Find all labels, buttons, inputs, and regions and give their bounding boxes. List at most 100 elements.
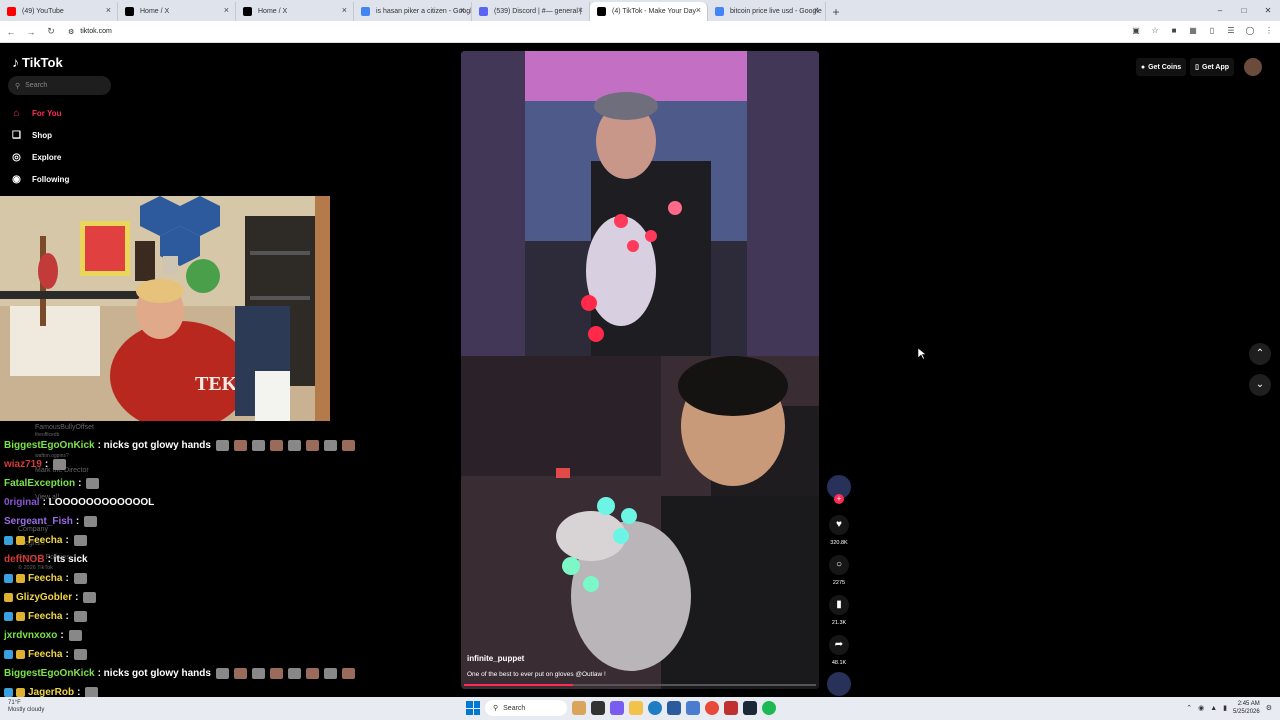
user-avatar[interactable] <box>1244 58 1262 76</box>
chat-badge-icon <box>4 536 13 545</box>
chat-text: : nicks got glowy hands <box>97 668 211 679</box>
sidebar-icon[interactable]: ▯ <box>1207 26 1217 36</box>
sidebar-item-following[interactable]: ◉ Following <box>10 168 69 190</box>
comment-icon: ○ <box>829 555 849 575</box>
browser-tab[interactable]: Home / X × <box>118 2 236 21</box>
chat-emote-icon <box>215 668 229 679</box>
close-window-icon[interactable]: ✕ <box>1256 0 1280 21</box>
browser-tab[interactable]: (539) Discord | #— general | × <box>472 2 590 21</box>
tab-close-icon[interactable]: × <box>814 5 819 15</box>
edge-browser-icon[interactable] <box>648 701 662 715</box>
windows-start-icon[interactable] <box>466 701 480 715</box>
task-view-icon[interactable] <box>591 701 605 715</box>
tab-favicon-icon <box>597 7 606 16</box>
chat-emote-icon <box>323 440 337 451</box>
copilot-icon[interactable] <box>610 701 624 715</box>
stream-chat-overlay: BiggestEgoOnKick: nicks got glowy hands w… <box>4 436 384 702</box>
browser-tab[interactable]: bitcoin price live usd - Google × <box>708 2 826 21</box>
share-button[interactable]: ➦ 48.1K <box>826 635 852 666</box>
tiktok-logo[interactable]: ♪ TikTok <box>12 54 63 70</box>
chat-message: wiaz719 : <box>4 455 384 474</box>
tab-close-icon[interactable]: × <box>578 5 583 15</box>
weather-temp: 71°F <box>8 700 21 706</box>
weather-widget[interactable]: 71°F Mostly cloudy <box>8 700 44 714</box>
chat-badge-icon <box>4 593 13 602</box>
chat-emote-icon <box>73 611 87 622</box>
next-video-button[interactable]: ⌄ <box>1249 374 1271 396</box>
browser-tab[interactable]: is hasan piker a citizen - Google × <box>354 2 472 21</box>
tab-close-icon[interactable]: × <box>696 5 701 15</box>
maximize-icon[interactable]: □ <box>1232 0 1256 21</box>
streamer-webcam-overlay: TEKE <box>0 196 330 421</box>
steam-icon[interactable] <box>743 701 757 715</box>
share-arrow-icon: ➦ <box>829 635 849 655</box>
store-app-icon[interactable] <box>667 701 681 715</box>
profile-icon[interactable]: ◯ <box>1245 26 1255 36</box>
chat-username: jxrdvnxoxo <box>4 630 58 641</box>
new-tab-button[interactable]: + <box>826 2 846 21</box>
creator-avatar[interactable]: + <box>827 475 851 504</box>
tab-close-icon[interactable]: × <box>460 5 465 15</box>
comment-button[interactable]: ○ 2275 <box>826 555 852 586</box>
media-controls-icon[interactable]: ☰ <box>1226 26 1236 36</box>
chat-message: BiggestEgoOnKick: nicks got glowy hands <box>4 436 384 455</box>
video-player[interactable]: infinite_puppet One of the best to ever … <box>461 51 819 689</box>
widgets-app-icon[interactable] <box>572 701 586 715</box>
search-input[interactable]: ⚲ Search <box>8 76 111 95</box>
taskbar-search-input[interactable]: ⚲ Search <box>485 700 567 716</box>
suggested-account-name[interactable]: FamousBullyOffset <box>35 424 94 431</box>
like-button[interactable]: ♥ 320.8K <box>826 515 852 546</box>
tab-favicon-icon <box>479 7 488 16</box>
tab-label: bitcoin price live usd - Google <box>730 8 822 15</box>
bookmark-star-icon[interactable]: ☆ <box>1150 26 1160 36</box>
back-arrow-icon[interactable]: ← <box>2 27 20 37</box>
sidebar-nav: ⌂ For You ❑ Shop ◎ Explore ◉ Following <box>10 102 69 190</box>
reload-icon[interactable]: ↻ <box>42 26 60 37</box>
spotify-icon[interactable] <box>762 701 776 715</box>
file-explorer-icon[interactable] <box>629 701 643 715</box>
chevron-up-icon[interactable]: ⌃ <box>1186 704 1192 712</box>
taskbar-clock[interactable]: 2:45 AM 5/25/2026 <box>1233 700 1260 716</box>
sidebar-item-for-you[interactable]: ⌂ For You <box>10 102 69 124</box>
tab-close-icon[interactable]: × <box>106 5 111 15</box>
follow-plus-icon[interactable]: + <box>834 494 844 504</box>
sidebar-item-shop[interactable]: ❑ Shop <box>10 124 69 146</box>
video-username[interactable]: infinite_puppet <box>467 654 524 663</box>
chat-username: Feecha <box>28 573 63 584</box>
sound-disc-icon[interactable] <box>827 672 851 696</box>
chevron-down-icon: ⌄ <box>1255 379 1265 390</box>
tab-close-icon[interactable]: × <box>342 5 347 15</box>
site-info-icon[interactable]: ⚙ <box>68 28 74 36</box>
mail-app-icon[interactable] <box>686 701 700 715</box>
browser-tab[interactable]: Home / X × <box>236 2 354 21</box>
chat-message: 0riginal: LOOOOOOOOOOOOL <box>4 493 384 512</box>
like-count: 320.8K <box>830 540 848 546</box>
wifi-icon[interactable]: ◉ <box>1198 704 1204 712</box>
notification-bell-icon[interactable]: ⚙ <box>1266 704 1272 712</box>
video-progress-bar[interactable] <box>464 684 816 686</box>
battery-icon[interactable]: ▮ <box>1223 704 1227 712</box>
tab-close-icon[interactable]: × <box>224 5 229 15</box>
search-icon: ⚲ <box>493 705 499 712</box>
sidebar-item-explore[interactable]: ◎ Explore <box>10 146 69 168</box>
volume-icon[interactable]: ▲ <box>1210 705 1217 712</box>
install-app-icon[interactable]: ▣ <box>1131 26 1141 36</box>
extensions-puzzle-icon[interactable]: ▦ <box>1188 26 1198 36</box>
clock-date: 5/25/2026 <box>1233 709 1260 715</box>
previous-video-button[interactable]: ⌃ <box>1249 343 1271 365</box>
app-icon[interactable] <box>724 701 738 715</box>
get-app-button[interactable]: ▯ Get App <box>1190 58 1234 76</box>
browser-tab[interactable]: (49) YouTube × <box>0 2 118 21</box>
chat-username: Feecha <box>28 611 63 622</box>
save-button[interactable]: ▮ 21.3K <box>826 595 852 626</box>
chat-text: : <box>44 459 49 470</box>
forward-arrow-icon[interactable]: → <box>22 27 40 37</box>
get-coins-button[interactable]: ● Get Coins <box>1135 58 1187 76</box>
extension-icon[interactable]: ■ <box>1169 26 1179 36</box>
sidebar-item-label: Shop <box>32 130 52 140</box>
url-field[interactable]: ⚙ tiktok.com <box>68 28 112 36</box>
chrome-browser-icon[interactable] <box>705 701 719 715</box>
minimize-icon[interactable]: – <box>1208 0 1232 21</box>
browser-tab[interactable]: (4) TikTok - Make Your Day × <box>590 2 708 21</box>
browser-menu-icon[interactable]: ⋮ <box>1264 26 1274 36</box>
